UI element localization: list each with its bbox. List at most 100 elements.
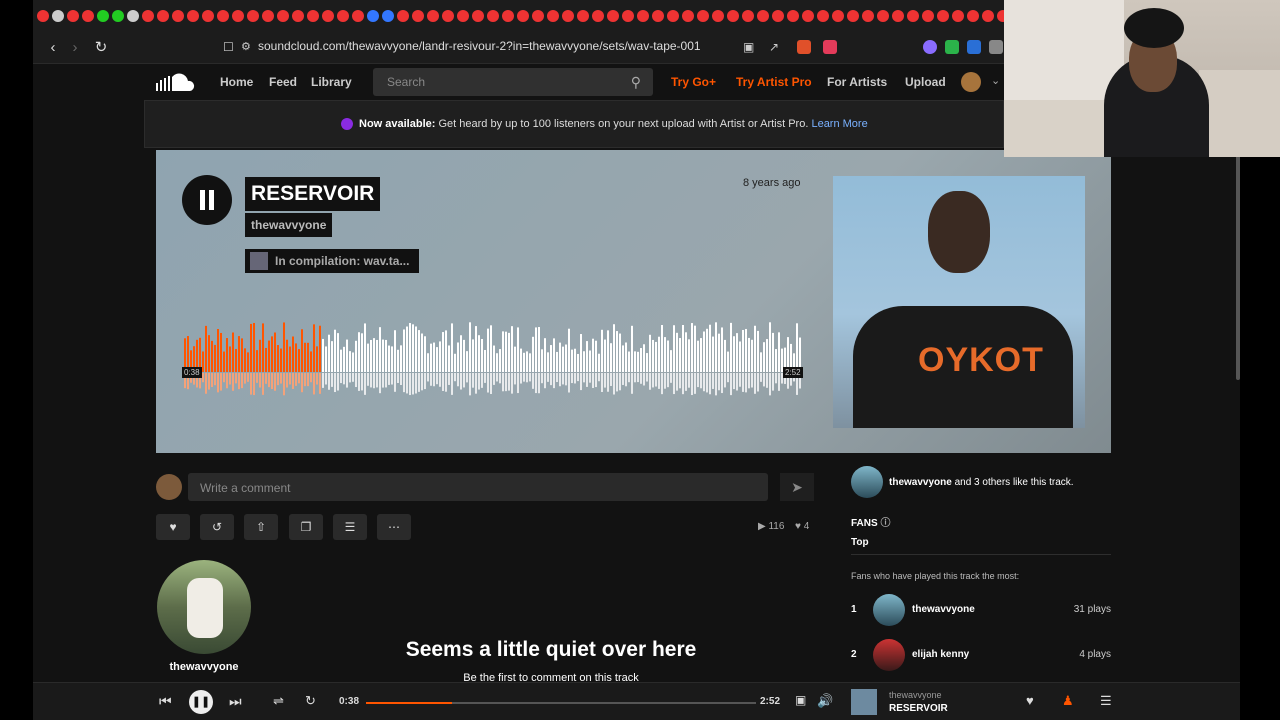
more-button[interactable]: ⋯ [377, 514, 411, 540]
search-input[interactable]: Search ⚲ [373, 68, 653, 96]
album-artwork[interactable]: OYKOT [833, 176, 1085, 428]
add-to-playlist-button[interactable]: ☰ [333, 514, 367, 540]
share-button[interactable]: ⇧ [244, 514, 278, 540]
browser-tab[interactable] [682, 10, 694, 22]
liker-avatar[interactable] [851, 466, 883, 498]
browser-tab[interactable] [547, 10, 559, 22]
browser-tab[interactable] [787, 10, 799, 22]
browser-tab[interactable] [52, 10, 64, 22]
uploader-name[interactable]: thewavvyone [157, 661, 251, 673]
extension-icon[interactable] [945, 40, 959, 54]
shuffle-icon[interactable]: ⇌ [273, 693, 284, 709]
extension-icon[interactable] [967, 40, 981, 54]
next-icon[interactable]: ⏭ [229, 693, 242, 710]
chevron-down-icon[interactable]: ⌄ [991, 74, 1000, 87]
browser-tab[interactable] [802, 10, 814, 22]
browser-tab[interactable] [532, 10, 544, 22]
browser-tab[interactable] [142, 10, 154, 22]
browser-tab[interactable] [622, 10, 634, 22]
browser-tab[interactable] [697, 10, 709, 22]
fan-name[interactable]: elijah kenny [912, 649, 969, 660]
send-icon[interactable]: ➤ [780, 473, 814, 501]
page-scrollbar[interactable] [1236, 150, 1240, 380]
forward-icon[interactable]: › [63, 39, 87, 56]
browser-tab[interactable] [982, 10, 994, 22]
info-icon[interactable]: ⓘ [880, 518, 890, 529]
try-go-link[interactable]: Try Go+ [671, 75, 716, 89]
queue-icon[interactable]: ☰ [1100, 693, 1112, 709]
site-info-icon[interactable]: ⚙ [241, 40, 251, 53]
cast-icon[interactable]: ▣ [743, 40, 754, 54]
rewards-icon[interactable] [823, 40, 837, 54]
url-text[interactable]: soundcloud.com/thewavvyone/landr-resivou… [258, 39, 701, 53]
browser-tab[interactable] [202, 10, 214, 22]
browser-tab[interactable] [277, 10, 289, 22]
track-artist[interactable]: thewavvyone [245, 213, 333, 237]
likes-user[interactable]: thewavvyone [889, 477, 952, 488]
browser-tab[interactable] [937, 10, 949, 22]
browser-tab[interactable] [232, 10, 244, 22]
browser-tab[interactable] [877, 10, 889, 22]
for-artists-link[interactable]: For Artists [827, 75, 887, 89]
browser-tab[interactable] [382, 10, 394, 22]
browser-tab[interactable] [757, 10, 769, 22]
soundcloud-logo-icon[interactable] [156, 73, 196, 91]
browser-tab[interactable] [307, 10, 319, 22]
browser-tab[interactable] [712, 10, 724, 22]
browser-tab[interactable] [367, 10, 379, 22]
follow-icon[interactable]: ♟ [1062, 693, 1074, 709]
pause-button[interactable] [182, 175, 232, 225]
browser-tab[interactable] [502, 10, 514, 22]
browser-tab[interactable] [412, 10, 424, 22]
browser-tab[interactable] [217, 10, 229, 22]
now-playing-title[interactable]: RESERVOIR [889, 703, 948, 714]
now-playing-artist[interactable]: thewavvyone [889, 690, 942, 700]
bookmark-icon[interactable]: ☐ [223, 40, 234, 54]
browser-tab[interactable] [967, 10, 979, 22]
browser-tab[interactable] [907, 10, 919, 22]
browser-tab[interactable] [172, 10, 184, 22]
try-artist-pro-link[interactable]: Try Artist Pro [736, 75, 812, 89]
browser-tab[interactable] [517, 10, 529, 22]
browser-tab[interactable] [187, 10, 199, 22]
browser-tab[interactable] [112, 10, 124, 22]
nav-library[interactable]: Library [311, 75, 352, 89]
browser-tab[interactable] [457, 10, 469, 22]
browser-tab[interactable] [892, 10, 904, 22]
browser-tab[interactable] [832, 10, 844, 22]
browser-tab[interactable] [727, 10, 739, 22]
browser-tab[interactable] [607, 10, 619, 22]
repeat-icon[interactable]: ↻ [305, 693, 316, 709]
browser-tab[interactable] [922, 10, 934, 22]
fan-name[interactable]: thewavvyone [912, 604, 975, 615]
back-icon[interactable]: ‹ [41, 39, 65, 56]
browser-tab[interactable] [67, 10, 79, 22]
browser-tab[interactable] [667, 10, 679, 22]
browser-tab[interactable] [592, 10, 604, 22]
browser-tab[interactable] [847, 10, 859, 22]
now-playing-thumbnail[interactable] [851, 689, 877, 715]
volume-icon[interactable]: 🔊 [817, 693, 833, 709]
extension-icon[interactable] [923, 40, 937, 54]
copy-link-button[interactable]: ❐ [289, 514, 323, 540]
browser-tab[interactable] [427, 10, 439, 22]
browser-tab[interactable] [262, 10, 274, 22]
repost-button[interactable]: ↺ [200, 514, 234, 540]
progress-bar[interactable] [366, 702, 756, 704]
upload-link[interactable]: Upload [905, 75, 946, 89]
browser-tab[interactable] [247, 10, 259, 22]
browser-tab[interactable] [577, 10, 589, 22]
previous-icon[interactable]: ⏮ [159, 693, 172, 710]
browser-tab[interactable] [952, 10, 964, 22]
browser-tab[interactable] [322, 10, 334, 22]
waveform[interactable] [184, 320, 804, 405]
comment-input[interactable]: Write a comment [188, 473, 768, 501]
browser-tab[interactable] [772, 10, 784, 22]
browser-tab[interactable] [292, 10, 304, 22]
search-icon[interactable]: ⚲ [631, 74, 641, 91]
browser-tab[interactable] [817, 10, 829, 22]
browser-tab[interactable] [652, 10, 664, 22]
browser-tab[interactable] [352, 10, 364, 22]
heart-icon[interactable]: ♥ [1026, 693, 1034, 708]
brave-shield-icon[interactable] [797, 40, 811, 54]
